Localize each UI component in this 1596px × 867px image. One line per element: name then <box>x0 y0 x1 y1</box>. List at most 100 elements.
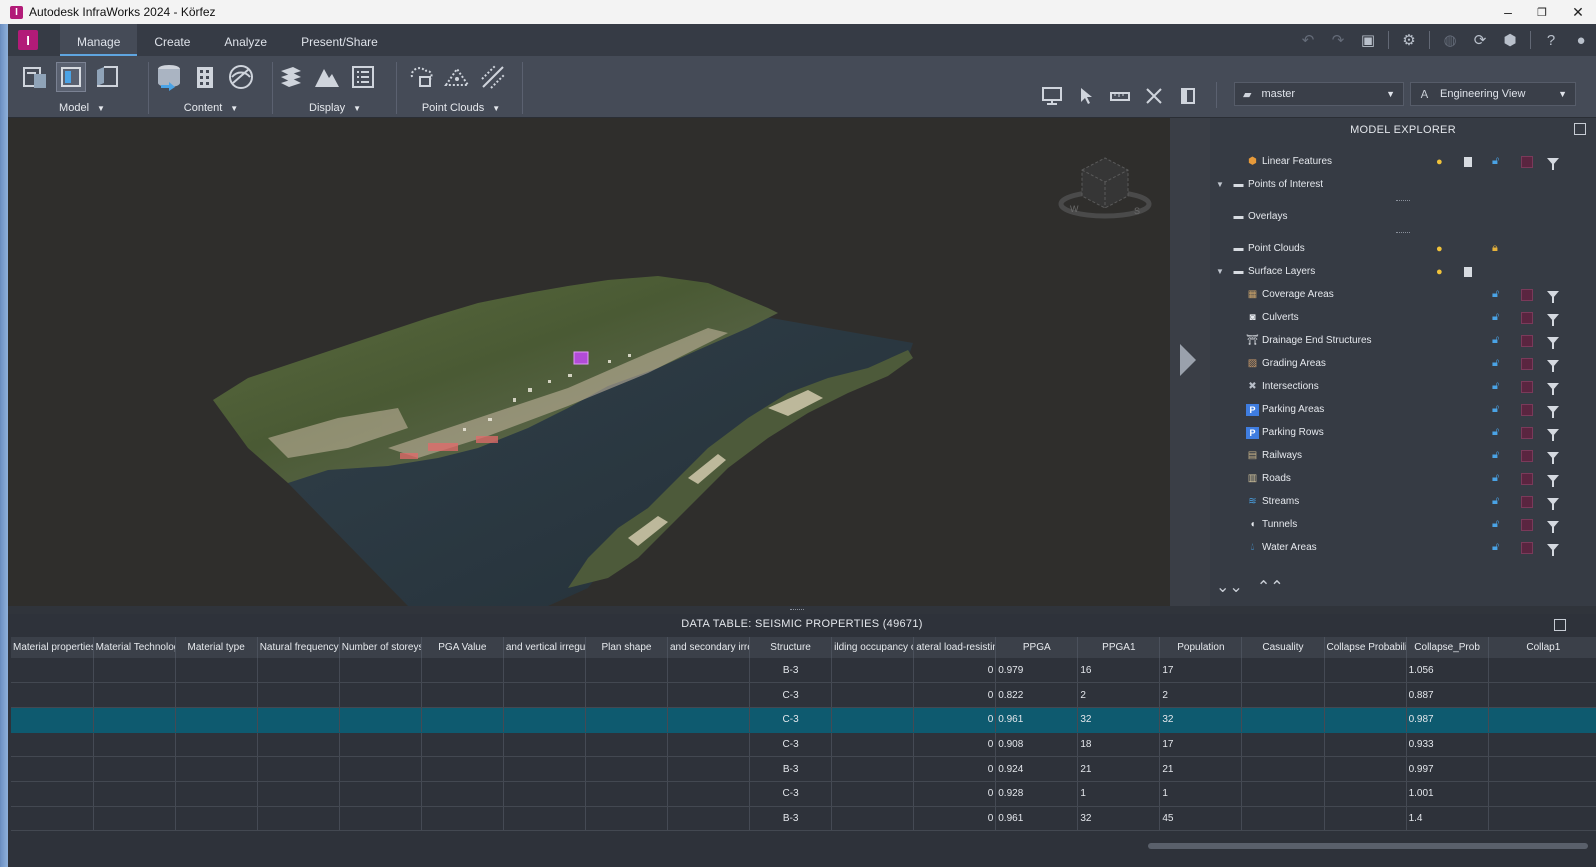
color-swatch-icon[interactable] <box>1521 155 1533 168</box>
panel-collapse-strip[interactable] <box>1170 118 1210 606</box>
table-cell[interactable] <box>831 732 915 758</box>
color-swatch-icon[interactable] <box>1521 357 1533 370</box>
lock-open-icon[interactable]: 🔓︎ <box>1492 380 1499 393</box>
ribbon-group-model-label[interactable]: Model <box>59 102 89 114</box>
ribbon-group-content-label[interactable]: Content <box>184 102 223 114</box>
table-row[interactable]: C-3 0 0.908 18 17 0.933 <box>11 732 1596 758</box>
table-cell[interactable] <box>831 658 915 684</box>
tools-icon[interactable] <box>1140 84 1168 108</box>
column-header[interactable]: and secondary irre <box>667 637 751 658</box>
tree-item-parking-rows[interactable]: P Parking Rows 🔓︎ <box>1210 421 1596 444</box>
table-cell[interactable] <box>257 658 340 684</box>
color-swatch-icon[interactable] <box>1521 311 1533 324</box>
panel-splitter[interactable] <box>8 606 1596 614</box>
tree-item-railways[interactable]: ▤ Railways 🔓︎ <box>1210 444 1596 467</box>
selected-building-marker[interactable] <box>573 351 589 365</box>
table-cell[interactable] <box>421 732 504 758</box>
chevron-down-icon[interactable]: ▼ <box>492 104 500 113</box>
display-mode-icon[interactable] <box>1464 156 1472 167</box>
table-cell[interactable]: 0 <box>913 658 997 684</box>
color-swatch-icon[interactable] <box>1521 288 1533 301</box>
table-cell[interactable]: 18 <box>1077 732 1161 758</box>
lock-open-icon[interactable]: 🔓︎ <box>1492 449 1499 462</box>
filter-icon[interactable] <box>1547 291 1559 303</box>
chevron-down-icon[interactable]: ▼ <box>353 104 361 113</box>
table-cell[interactable] <box>831 682 915 708</box>
globe-icon[interactable]: ◍ <box>1437 27 1463 53</box>
table-cell[interactable] <box>421 806 504 832</box>
table-row[interactable]: C-3 0 0.928 1 1 1.001 <box>11 781 1596 807</box>
table-cell[interactable] <box>831 756 915 782</box>
lock-open-icon[interactable]: 🔓︎ <box>1492 334 1499 347</box>
table-cell[interactable]: 2 <box>1159 682 1243 708</box>
table-cell[interactable] <box>93 658 176 684</box>
column-header[interactable]: Material type <box>175 637 258 658</box>
table-cell[interactable]: 0.924 <box>995 756 1079 782</box>
table-cell[interactable] <box>1488 732 1596 758</box>
filter-icon[interactable] <box>1547 475 1559 487</box>
column-header[interactable]: and vertical irregul <box>503 637 586 658</box>
column-header[interactable]: PGA Value <box>421 637 504 658</box>
table-cell[interactable] <box>585 707 669 733</box>
tab-analyze[interactable]: Analyze <box>207 24 284 56</box>
column-header[interactable]: PPGA <box>995 637 1079 658</box>
horizontal-scrollbar[interactable] <box>1148 843 1588 849</box>
tree-item-point-clouds[interactable]: ▬ Point Clouds ● 🔒︎ <box>1210 237 1596 260</box>
table-cell[interactable]: 17 <box>1159 732 1243 758</box>
filter-icon[interactable] <box>1547 429 1559 441</box>
table-cell[interactable]: 16 <box>1077 658 1161 684</box>
table-cell[interactable] <box>667 707 751 733</box>
table-cell[interactable] <box>11 658 94 684</box>
color-swatch-icon[interactable] <box>1521 426 1533 439</box>
table-cell[interactable] <box>421 781 504 807</box>
terrain-model-view[interactable]: W S <box>8 118 1170 606</box>
redo-icon[interactable]: ↷ <box>1325 27 1351 53</box>
lock-open-icon[interactable]: 🔓︎ <box>1492 472 1499 485</box>
table-row[interactable]: C-3 0 0.961 32 32 0.987 <box>11 707 1596 733</box>
ribbon-group-display-label[interactable]: Display <box>309 102 345 114</box>
color-swatch-icon[interactable] <box>1521 495 1533 508</box>
table-cell[interactable]: 32 <box>1159 707 1243 733</box>
table-cell[interactable] <box>667 732 751 758</box>
table-cell[interactable] <box>175 658 258 684</box>
table-cell[interactable]: B-3 <box>749 756 833 782</box>
filter-icon[interactable] <box>1547 544 1559 556</box>
undo-icon[interactable]: ↶ <box>1295 27 1321 53</box>
table-cell[interactable] <box>503 682 586 708</box>
table-cell[interactable] <box>1324 707 1407 733</box>
table-cell[interactable] <box>93 707 176 733</box>
filter-icon[interactable] <box>1547 314 1559 326</box>
filter-icon[interactable] <box>1547 452 1559 464</box>
table-cell[interactable] <box>831 781 915 807</box>
table-cell[interactable] <box>11 707 94 733</box>
filter-icon[interactable] <box>1547 158 1559 170</box>
table-cell[interactable] <box>1488 806 1596 832</box>
terrain-icon[interactable] <box>312 62 342 92</box>
tree-item-roads[interactable]: ▥ Roads 🔓︎ <box>1210 467 1596 490</box>
lock-open-icon[interactable]: 🔓︎ <box>1492 426 1499 439</box>
table-cell[interactable] <box>585 781 669 807</box>
table-cell[interactable] <box>339 781 422 807</box>
table-cell[interactable] <box>257 682 340 708</box>
column-header[interactable]: Natural frequency <box>257 637 340 658</box>
layers-icon[interactable] <box>276 62 306 92</box>
table-cell[interactable] <box>1241 756 1325 782</box>
tree-item-coverage-areas[interactable]: ▦ Coverage Areas 🔓︎ <box>1210 283 1596 306</box>
table-cell[interactable] <box>1488 781 1596 807</box>
table-cell[interactable] <box>11 806 94 832</box>
tree-item-parking-areas[interactable]: P Parking Areas 🔓︎ <box>1210 398 1596 421</box>
table-cell[interactable] <box>421 658 504 684</box>
table-cell[interactable] <box>1324 756 1407 782</box>
tree-item-surface-layers[interactable]: ▼ ▬ Surface Layers ● <box>1210 260 1596 283</box>
filter-icon[interactable] <box>1547 360 1559 372</box>
table-cell[interactable] <box>11 732 94 758</box>
filter-icon[interactable] <box>1547 498 1559 510</box>
table-cell[interactable] <box>503 732 586 758</box>
table-cell[interactable]: 0.979 <box>995 658 1079 684</box>
table-cell[interactable]: 21 <box>1159 756 1243 782</box>
table-cell[interactable] <box>257 756 340 782</box>
table-cell[interactable]: 0.961 <box>995 806 1079 832</box>
table-cell[interactable] <box>11 756 94 782</box>
tree-item-linear-features[interactable]: ⬢ Linear Features ● 🔓︎ <box>1210 150 1596 173</box>
table-row[interactable]: B-3 0 0.924 21 21 0.997 <box>11 756 1596 782</box>
